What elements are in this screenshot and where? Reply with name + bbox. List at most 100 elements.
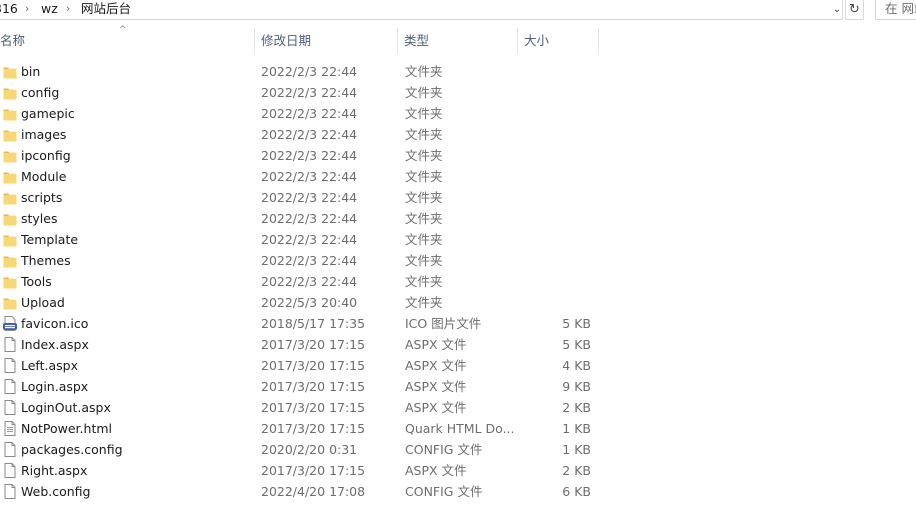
- file-row[interactable]: Left.aspx 2017/3/20 17:15 ASPX 文件 4 KB: [0, 355, 916, 376]
- file-row[interactable]: config 2022/2/3 22:44 文件夹: [0, 82, 916, 103]
- column-header: ^ 名称 修改日期 类型 大小: [0, 25, 916, 54]
- column-divider[interactable]: [397, 28, 398, 54]
- file-row[interactable]: ipconfig 2022/2/3 22:44 文件夹: [0, 145, 916, 166]
- file-type: ICO 图片文件: [405, 316, 482, 331]
- file-name: Web.config: [21, 484, 91, 499]
- file-modified-date: 2017/3/20 17:15: [261, 379, 366, 394]
- file-modified-date: 2022/2/3 22:44: [261, 190, 358, 205]
- file-type: ASPX 文件: [405, 400, 467, 415]
- folder-icon: [3, 232, 17, 247]
- file-name: Themes: [21, 253, 71, 268]
- file-modified-date: 2022/2/3 22:44: [261, 211, 358, 226]
- file-icon: [3, 379, 17, 394]
- column-divider[interactable]: [517, 28, 518, 54]
- file-row[interactable]: LoginOut.aspx 2017/3/20 17:15 ASPX 文件 2 KB: [0, 397, 916, 418]
- breadcrumb-separator[interactable]: ›: [66, 1, 70, 17]
- folder-icon: [3, 127, 17, 142]
- folder-icon: [3, 106, 17, 121]
- file-size: 5 KB: [562, 316, 591, 331]
- file-name: Login.aspx: [21, 379, 89, 394]
- search-input[interactable]: 在 网站: [875, 0, 916, 20]
- file-name: Left.aspx: [21, 358, 78, 373]
- search-placeholder: 在 网站: [885, 1, 916, 16]
- file-row[interactable]: Login.aspx 2017/3/20 17:15 ASPX 文件 9 KB: [0, 376, 916, 397]
- folder-icon: [3, 64, 17, 79]
- file-row[interactable]: Tools 2022/2/3 22:44 文件夹: [0, 271, 916, 292]
- file-name: Index.aspx: [21, 337, 89, 352]
- column-divider[interactable]: [254, 28, 255, 54]
- file-row[interactable]: gamepic 2022/2/3 22:44 文件夹: [0, 103, 916, 124]
- file-name: scripts: [21, 190, 63, 205]
- file-row[interactable]: Upload 2022/5/3 20:40 文件夹: [0, 292, 916, 313]
- breadcrumb-316[interactable]: 316: [0, 1, 18, 17]
- file-type: ASPX 文件: [405, 379, 467, 394]
- folder-icon: [3, 295, 17, 310]
- file-modified-date: 2017/3/20 17:15: [261, 337, 366, 352]
- file-icon: [3, 463, 17, 478]
- file-modified-date: 2022/2/3 22:44: [261, 232, 358, 247]
- file-type: 文件夹: [405, 148, 443, 163]
- file-name: LoginOut.aspx: [21, 400, 111, 415]
- file-size: 1 KB: [562, 442, 591, 457]
- file-modified-date: 2022/2/3 22:44: [261, 127, 358, 142]
- file-row[interactable]: bin 2022/2/3 22:44 文件夹: [0, 61, 916, 82]
- file-list: bin 2022/2/3 22:44 文件夹 config 2022/2/3 22:44…: [0, 61, 916, 502]
- file-modified-date: 2017/3/20 17:15: [261, 421, 366, 436]
- file-type: ASPX 文件: [405, 358, 467, 373]
- file-type: 文件夹: [405, 253, 443, 268]
- file-modified-date: 2022/2/3 22:44: [261, 148, 358, 163]
- file-row[interactable]: scripts 2022/2/3 22:44 文件夹: [0, 187, 916, 208]
- file-row[interactable]: packages.config 2020/2/20 0:31 CONFIG 文件 1 …: [0, 439, 916, 460]
- folder-icon: [3, 190, 17, 205]
- file-size: 2 KB: [562, 463, 591, 478]
- file-row[interactable]: Right.aspx 2017/3/20 17:15 ASPX 文件 2 KB: [0, 460, 916, 481]
- folder-icon: [3, 253, 17, 268]
- breadcrumb-separator[interactable]: ›: [25, 1, 29, 17]
- file-row[interactable]: favicon.ico 2018/5/17 17:35 ICO 图片文件 5 KB: [0, 313, 916, 334]
- file-modified-date: 2018/5/17 17:35: [261, 316, 366, 331]
- address-bar[interactable]: 316 › wz › 网站后台 ⌄ ↻ 在 网站: [0, 0, 916, 20]
- address-history-dropdown-icon[interactable]: ⌄: [829, 0, 845, 19]
- file-type: Quark HTML Do...: [405, 421, 515, 436]
- file-modified-date: 2017/3/20 17:15: [261, 358, 366, 373]
- refresh-icon[interactable]: ↻: [845, 0, 864, 20]
- file-name: favicon.ico: [21, 316, 89, 331]
- file-size: 6 KB: [562, 484, 591, 499]
- file-name: Right.aspx: [21, 463, 88, 478]
- file-type: 文件夹: [405, 211, 443, 226]
- file-type: 文件夹: [405, 64, 443, 79]
- file-row[interactable]: Module 2022/2/3 22:44 文件夹: [0, 166, 916, 187]
- file-icon: [3, 337, 17, 352]
- file-row[interactable]: styles 2022/2/3 22:44 文件夹: [0, 208, 916, 229]
- file-row[interactable]: images 2022/2/3 22:44 文件夹: [0, 124, 916, 145]
- column-header-modified[interactable]: 修改日期: [261, 28, 311, 54]
- file-modified-date: 2017/3/20 17:15: [261, 463, 366, 478]
- file-row[interactable]: Index.aspx 2017/3/20 17:15 ASPX 文件 5 KB: [0, 334, 916, 355]
- file-type: 文件夹: [405, 127, 443, 142]
- file-modified-date: 2022/2/3 22:44: [261, 253, 358, 268]
- column-header-size[interactable]: 大小: [524, 28, 549, 54]
- file-type: ASPX 文件: [405, 463, 467, 478]
- file-modified-date: 2022/2/3 22:44: [261, 85, 358, 100]
- file-modified-date: 2022/2/3 22:44: [261, 64, 358, 79]
- file-type: 文件夹: [405, 274, 443, 289]
- file-type: 文件夹: [405, 295, 443, 310]
- file-row[interactable]: NotPower.html 2017/3/20 17:15 Quark HTML D…: [0, 418, 916, 439]
- file-size: 5 KB: [562, 337, 591, 352]
- column-header-name[interactable]: 名称: [0, 28, 25, 54]
- column-divider[interactable]: [598, 28, 599, 54]
- breadcrumb-wz[interactable]: wz: [41, 1, 58, 17]
- folder-icon: [3, 211, 17, 226]
- file-row[interactable]: Template 2022/2/3 22:44 文件夹: [0, 229, 916, 250]
- file-row[interactable]: Themes 2022/2/3 22:44 文件夹: [0, 250, 916, 271]
- breadcrumb-current-folder[interactable]: 网站后台: [81, 1, 131, 17]
- file-type: ASPX 文件: [405, 337, 467, 352]
- column-header-type[interactable]: 类型: [404, 28, 429, 54]
- file-type: 文件夹: [405, 190, 443, 205]
- file-type: CONFIG 文件: [405, 442, 483, 457]
- folder-icon: [3, 148, 17, 163]
- file-modified-date: 2022/5/3 20:40: [261, 295, 358, 310]
- file-type: CONFIG 文件: [405, 484, 483, 499]
- file-row[interactable]: Web.config 2022/4/20 17:08 CONFIG 文件 6 KB: [0, 481, 916, 502]
- file-size: 9 KB: [562, 379, 591, 394]
